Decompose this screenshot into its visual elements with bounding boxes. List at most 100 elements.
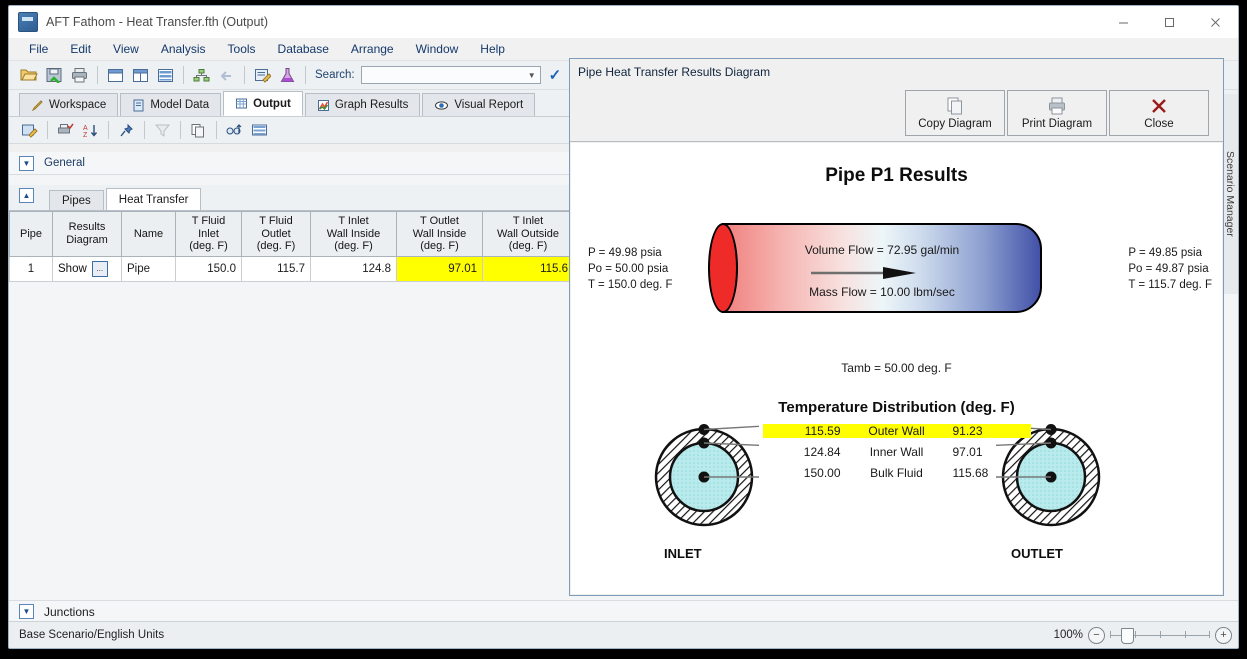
- undo-arrow-icon[interactable]: [214, 64, 238, 86]
- collapse-toggle-icon[interactable]: ▲: [19, 188, 34, 203]
- print-check-icon[interactable]: [53, 119, 77, 141]
- zoom-in-button[interactable]: +: [1215, 626, 1232, 644]
- zoom-level: 100%: [1053, 629, 1083, 641]
- window-single-icon[interactable]: [103, 64, 127, 86]
- subtab-heat-transfer[interactable]: Heat Transfer: [105, 188, 202, 210]
- panel-label: Junctions: [44, 604, 95, 619]
- binoculars-icon[interactable]: [222, 119, 246, 141]
- subtab-pipes[interactable]: Pipes: [49, 190, 104, 210]
- cell-t-outlet-wall-inside: 97.01: [396, 255, 483, 282]
- tab-workspace[interactable]: Workspace: [19, 93, 119, 116]
- chevron-down-icon[interactable]: ▼: [19, 604, 34, 619]
- copy-diagram-button[interactable]: Copy Diagram: [905, 90, 1005, 136]
- outlet-value: 115.68: [952, 466, 989, 480]
- panel-label: General: [44, 157, 85, 169]
- col-results-diagram[interactable]: Results Diagram: [52, 211, 122, 257]
- pipe-illustration: P = 49.98 psia Po = 50.00 psia T = 150.0…: [571, 199, 1222, 359]
- inlet-conditions: P = 49.98 psia Po = 50.00 psia T = 150.0…: [588, 245, 673, 293]
- pin-icon[interactable]: [114, 119, 138, 141]
- chart-icon: [317, 99, 329, 111]
- menu-item-tools[interactable]: Tools: [217, 40, 267, 58]
- zoom-slider[interactable]: [1110, 628, 1210, 644]
- cell-t-inlet-wall-outside: 115.6: [482, 255, 574, 282]
- col-t-fluid-inlet[interactable]: T Fluid Inlet (deg. F): [175, 211, 242, 257]
- funnel-icon[interactable]: [150, 119, 174, 141]
- copy-icon[interactable]: [186, 119, 210, 141]
- cell-results-diagram[interactable]: Show ...: [52, 255, 122, 282]
- open-folder-icon[interactable]: [17, 64, 41, 86]
- outlet-pressure: P = 49.85 psia: [1128, 247, 1202, 259]
- temp-row-inner-wall: 124.84 Inner Wall 97.01: [763, 445, 1031, 459]
- list-icon[interactable]: [247, 119, 271, 141]
- copy-icon: [947, 97, 962, 115]
- menu-item-arrange[interactable]: Arrange: [340, 40, 405, 58]
- panel-header-junctions[interactable]: ▼ Junctions: [9, 600, 1238, 622]
- zoom-control: 100% − +: [1054, 622, 1232, 648]
- zoom-slider-thumb[interactable]: [1121, 628, 1134, 644]
- status-bar: Base Scenario/English Units 100% − +: [9, 621, 1238, 648]
- window-split-icon[interactable]: [128, 64, 152, 86]
- chevron-down-icon[interactable]: ▼: [19, 155, 34, 171]
- menu-item-file[interactable]: File: [18, 40, 59, 58]
- tab-label: Visual Report: [454, 99, 524, 111]
- search-confirm-icon[interactable]: ✓: [549, 66, 562, 84]
- menu-item-view[interactable]: View: [102, 40, 150, 58]
- save-icon[interactable]: [42, 64, 66, 86]
- row-label: Bulk Fluid: [870, 466, 923, 480]
- notes-icon[interactable]: [250, 64, 274, 86]
- tab-label: Model Data: [150, 99, 210, 111]
- app-icon: [18, 12, 38, 32]
- tab-graph-results[interactable]: Graph Results: [304, 93, 421, 116]
- menu-item-help[interactable]: Help: [469, 40, 516, 58]
- row-label: Outer Wall: [848, 424, 945, 438]
- svg-text:A: A: [83, 125, 88, 132]
- table-icon: [236, 98, 248, 109]
- diagram-canvas: Pipe P1 Results P = 49.98 psia Po = 50.0…: [571, 143, 1222, 594]
- outlet-conditions: P = 49.85 psia Po = 49.87 psia T = 115.7…: [1128, 245, 1212, 293]
- print-diagram-button[interactable]: Print Diagram: [1007, 90, 1107, 136]
- col-name[interactable]: Name: [121, 211, 176, 257]
- dialog-toolbar: Copy Diagram Print Diagram Close: [570, 85, 1223, 142]
- browse-button[interactable]: ...: [91, 260, 108, 277]
- pipe-inlet-cap: [708, 223, 738, 313]
- temperature-distribution-area: INLET OUTLET 115.59 Outer Wall 91.23 124…: [571, 416, 1222, 566]
- close-button[interactable]: [1192, 6, 1238, 38]
- tab-output[interactable]: Output: [223, 91, 303, 116]
- temperature-distribution-title: Temperature Distribution (deg. F): [778, 399, 1015, 416]
- print-icon: [1049, 97, 1065, 115]
- close-x-icon: [1152, 99, 1166, 113]
- status-text: Base Scenario/English Units: [19, 629, 165, 641]
- flow-arrow-icon: [811, 267, 916, 279]
- outlet-value: 91.23: [944, 424, 1031, 438]
- network-tree-icon[interactable]: [189, 64, 213, 86]
- col-pipe[interactable]: Pipe: [9, 211, 53, 257]
- col-t-inlet-wall-inside[interactable]: T Inlet Wall Inside (deg. F): [310, 211, 397, 257]
- temp-row-bulk-fluid: 150.00 Bulk Fluid 115.68: [763, 466, 1031, 480]
- col-t-inlet-wall-outside[interactable]: T Inlet Wall Outside (deg. F): [482, 211, 574, 257]
- inlet-pressure: P = 49.98 psia: [588, 247, 662, 259]
- flask-icon[interactable]: [275, 64, 299, 86]
- button-label: Close: [1144, 118, 1174, 130]
- maximize-button[interactable]: [1146, 6, 1192, 38]
- inlet-label: INLET: [664, 546, 702, 561]
- minimize-button[interactable]: [1100, 6, 1146, 38]
- window-list-icon[interactable]: [153, 64, 177, 86]
- show-link[interactable]: Show: [53, 263, 92, 275]
- menu-item-analysis[interactable]: Analysis: [150, 40, 217, 58]
- menu-item-edit[interactable]: Edit: [59, 40, 102, 58]
- close-dialog-button[interactable]: Close: [1109, 90, 1209, 136]
- search-input[interactable]: ▼: [360, 66, 541, 84]
- col-t-outlet-wall-inside[interactable]: T Outlet Wall Inside (deg. F): [396, 211, 483, 257]
- tab-model-data[interactable]: Model Data: [120, 93, 222, 116]
- menu-item-window[interactable]: Window: [405, 40, 470, 58]
- col-t-fluid-outlet[interactable]: T Fluid Outlet (deg. F): [241, 211, 311, 257]
- sort-az-icon[interactable]: AZ: [78, 119, 102, 141]
- application-window: AFT Fathom - Heat Transfer.fth (Output) …: [8, 5, 1239, 649]
- mass-flow-label: Mass Flow = 10.00 lbm/sec: [809, 285, 955, 299]
- zoom-out-button[interactable]: −: [1088, 626, 1105, 644]
- print-icon[interactable]: [67, 64, 91, 86]
- tab-visual-report[interactable]: Visual Report: [422, 93, 536, 116]
- outlet-value: 97.01: [952, 445, 983, 459]
- menu-item-database[interactable]: Database: [267, 40, 340, 58]
- notes-pencil-icon[interactable]: [17, 119, 41, 141]
